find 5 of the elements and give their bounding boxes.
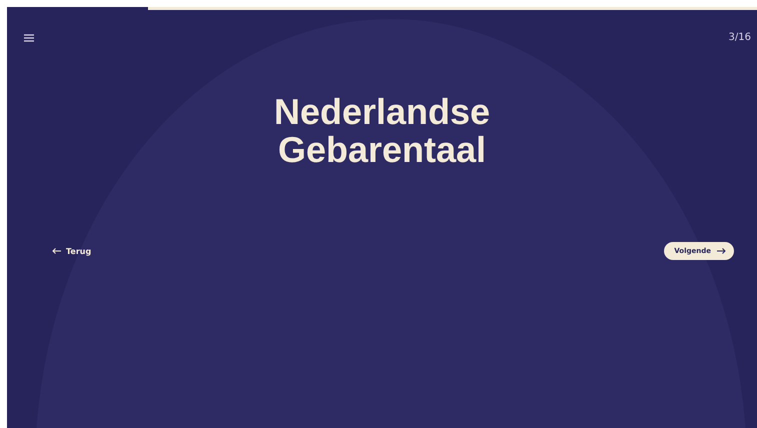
arrow-right-icon	[717, 248, 726, 254]
slide-counter: 3/16	[728, 32, 751, 43]
back-button[interactable]: Terug	[52, 246, 92, 256]
arrow-left-icon	[52, 248, 61, 254]
slide-title: Nederlandse Gebarentaal	[274, 93, 490, 169]
